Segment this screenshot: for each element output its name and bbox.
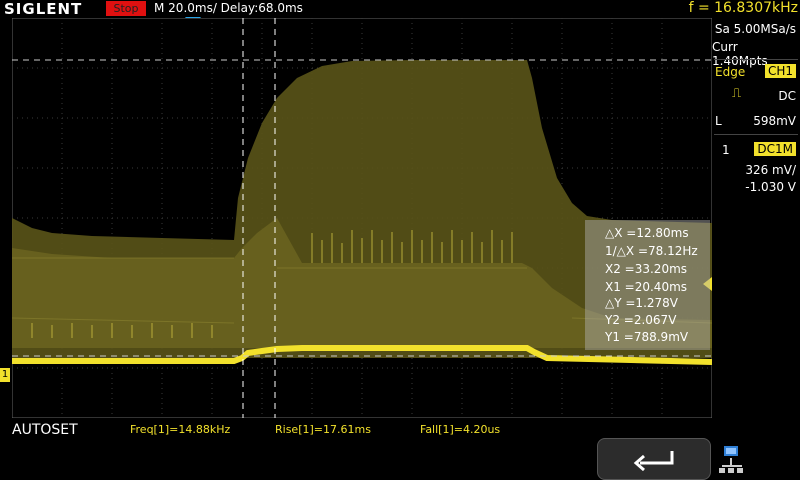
measurement-fall: Fall[1]=4.20us bbox=[420, 423, 501, 436]
trigger-level-label: L bbox=[715, 114, 722, 128]
cursor-inverse-delta-x: 1/△X =78.12Hz bbox=[605, 244, 698, 258]
measurement-rise: Rise[1]=17.61ms bbox=[275, 423, 371, 436]
frequency-counter: f = 16.8307kHz bbox=[688, 0, 798, 16]
channel-number: 1 bbox=[722, 143, 730, 157]
waveform-display[interactable] bbox=[12, 18, 712, 418]
channel-offset: -1.030 V bbox=[745, 180, 796, 194]
cursor-y1: Y1 =788.9mV bbox=[605, 330, 689, 344]
trigger-level-value[interactable]: 598mV bbox=[753, 114, 796, 128]
measurement-frequency: Freq[1]=14.88kHz bbox=[130, 423, 231, 436]
divider bbox=[714, 134, 798, 135]
trigger-type[interactable]: Edge bbox=[715, 65, 745, 79]
network-icon[interactable] bbox=[718, 440, 748, 478]
divider bbox=[714, 59, 798, 60]
return-arrow-icon bbox=[633, 451, 674, 471]
rising-edge-icon: ⎍ bbox=[732, 86, 742, 101]
cursor-readout-panel: △X =12.80ms 1/△X =78.12Hz X2 =33.20ms X1… bbox=[585, 220, 710, 350]
trigger-coupling[interactable]: DC bbox=[778, 89, 796, 103]
run-stop-status[interactable]: Stop bbox=[106, 1, 146, 16]
brand-logo: SIGLENT bbox=[4, 0, 83, 18]
channel-mode[interactable]: DC1M bbox=[754, 142, 796, 156]
channel-1-marker[interactable]: 1 bbox=[0, 368, 10, 382]
sample-rate: Sa 5.00MSa/s bbox=[714, 22, 796, 36]
bottom-bar: AUTOSET Freq[1]=14.88kHz Rise[1]=17.61ms… bbox=[0, 418, 800, 480]
autoset-label[interactable]: AUTOSET bbox=[12, 422, 78, 438]
right-info-panel: Sa 5.00MSa/s Curr 1.40Mpts Edge CH1 ⎍ DC… bbox=[712, 18, 800, 418]
volts-per-div: 326 mV/ bbox=[745, 163, 796, 177]
cursor-x2: X2 =33.20ms bbox=[605, 262, 688, 276]
top-bar: SIGLENT Stop M 20.0ms/ Delay:68.0ms f = … bbox=[0, 0, 800, 18]
trigger-source[interactable]: CH1 bbox=[764, 64, 796, 78]
back-button[interactable] bbox=[597, 438, 711, 480]
cursor-x1: X1 =20.40ms bbox=[605, 280, 688, 294]
cursor-y2: Y2 =2.067V bbox=[605, 313, 677, 327]
cursor-delta-y: △Y =1.278V bbox=[605, 296, 678, 310]
cursor-delta-x: △X =12.80ms bbox=[605, 226, 689, 240]
timebase-readout: M 20.0ms/ Delay:68.0ms bbox=[154, 1, 303, 15]
